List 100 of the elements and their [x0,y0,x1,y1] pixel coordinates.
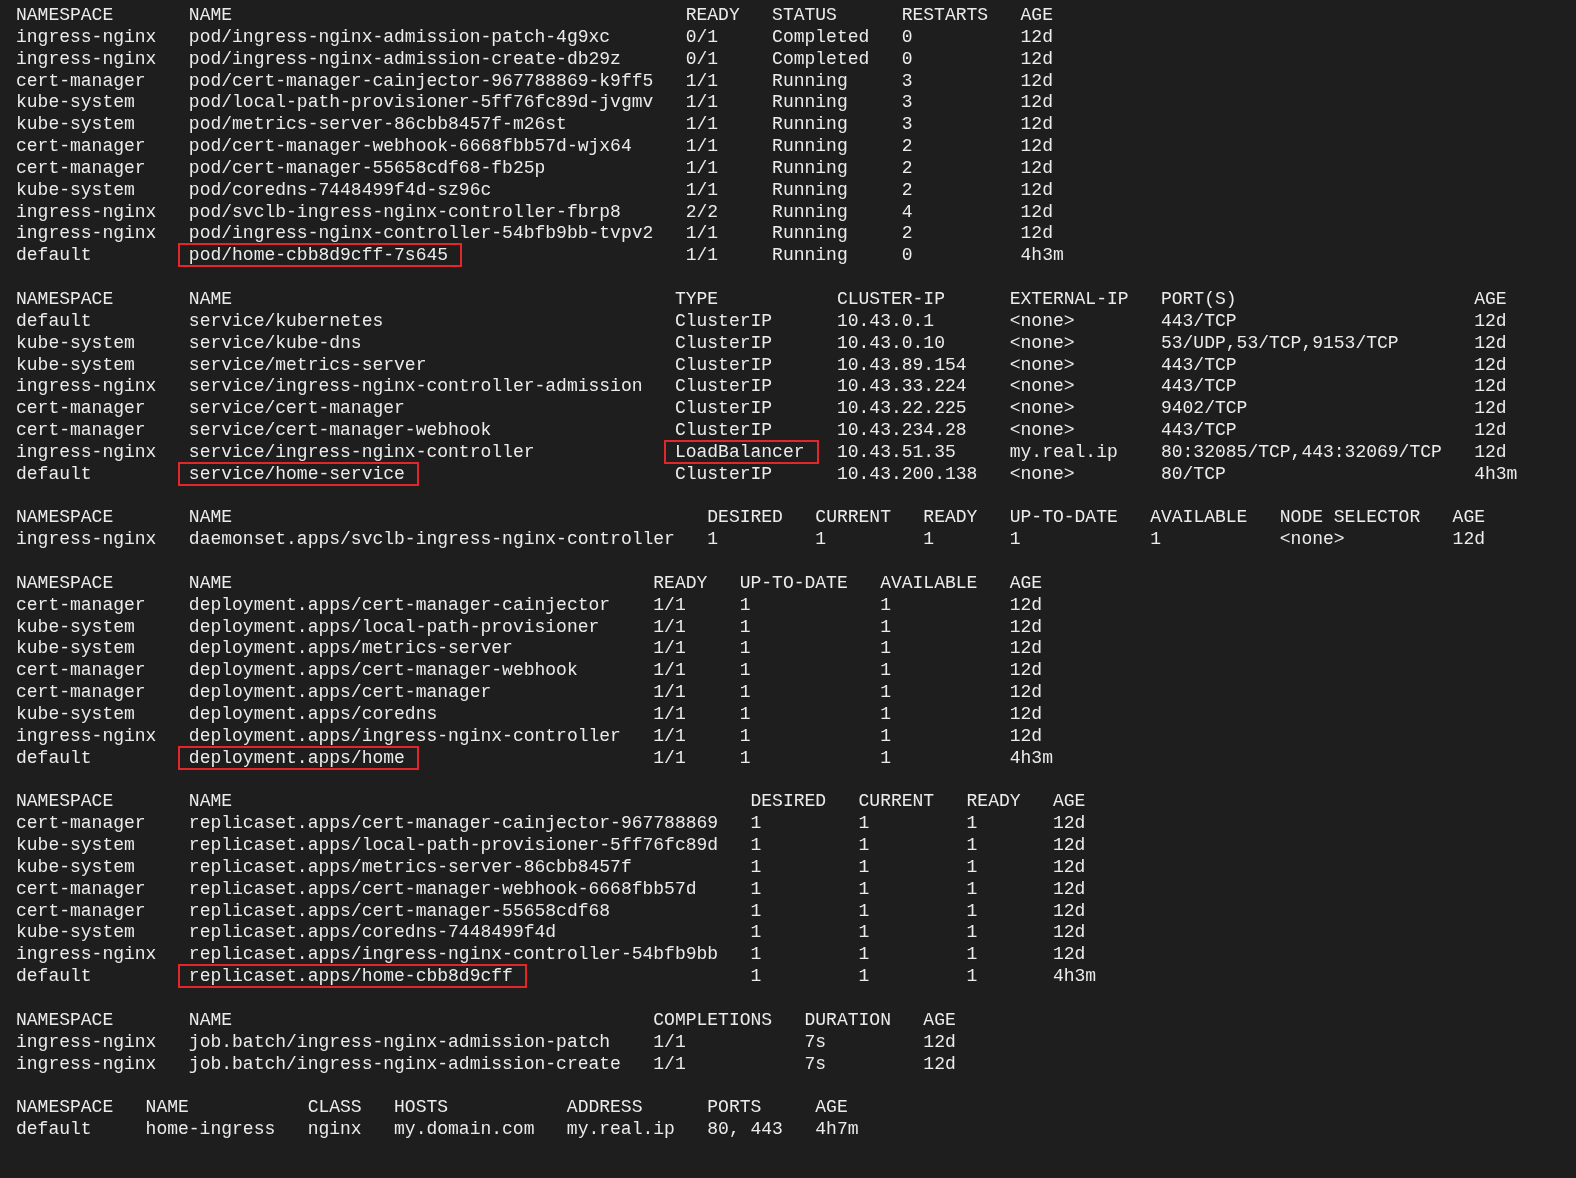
table-cell: 7s [804,1053,827,1074]
column-header: CLUSTER-IP [836,288,945,309]
column-header: READY [653,572,708,593]
table-cell: ingress-nginx [16,1031,157,1052]
table-cell: home-ingress [145,1119,276,1140]
table-cell: service/metrics-server [188,354,427,375]
table-cell: 12d [1009,616,1043,637]
table-cell: 12d [1052,856,1086,877]
table-cell: 1 [739,660,751,681]
table-cell: ClusterIP [674,420,773,441]
table-cell: 1/1 [685,136,719,157]
table-cell: 1 [739,747,751,768]
table-cell: 1 [1009,529,1021,550]
table-cell: 4h3m [1009,747,1053,768]
table-cell: 4h7m [815,1119,859,1140]
table-cell: Completed [772,48,870,69]
table-cell: 1/1 [653,747,686,768]
table-cell: deployment.apps/metrics-server [188,638,513,659]
table-cell: replicaset.apps/coredns-7448499f4d [188,922,557,943]
table-cell: my.real.ip [1009,441,1118,462]
table-cell: ingress-nginx [16,944,157,965]
table-cell: 1 [966,922,978,943]
table-cell: 1/1 [653,1053,686,1074]
column-header: NAMESPACE [16,791,114,812]
table-cell: 1/1 [685,223,719,244]
column-header: NAMESPACE [16,572,114,593]
table-cell: ClusterIP [674,398,773,419]
table-cell: 1 [880,704,891,724]
column-header: AGE [1020,5,1053,25]
table-cell: 4h3m [1020,245,1064,266]
column-header: DESIRED [750,791,827,812]
table-cell: my.real.ip [566,1119,675,1140]
column-header: TYPE [674,288,719,309]
table-cell: kube-system [16,856,135,877]
table-cell: 1 [858,856,870,877]
column-header: AVAILABLE [1150,507,1248,528]
column-header: AGE [1452,507,1485,528]
table-cell: kube-system [16,179,135,200]
table-cell: 443/TCP [1160,420,1237,441]
table-cell: pod/cert-manager-cainjector-967788869-k9ff5 [188,70,654,91]
table-cell: default [16,463,92,484]
column-header: AGE [1052,791,1086,812]
table-cell: pod/metrics-server-86cbb8457f-m26st [188,114,567,135]
column-header: NAME [145,1097,189,1118]
table-cell: 1/1 [653,616,686,637]
table-cell: cert-manager [16,136,146,157]
column-header: HOSTS [394,1097,449,1118]
table-cell: 12d [1474,376,1507,397]
column-header: CURRENT [858,791,935,812]
table-cell: replicaset.apps/cert-manager-webhook-6668fbb57d [188,878,697,899]
table-cell: deployment.apps/cert-manager [188,682,492,703]
table-cell: Completed [772,26,870,47]
table-cell: 80/TCP [1160,463,1226,484]
table-cell: cert-manager [16,900,146,921]
table-cell: 12d [1474,332,1507,353]
table-cell: 1 [880,660,891,681]
table-cell: Running [772,245,848,266]
table-cell: <none> [1009,463,1075,484]
table-cell: 1 [707,529,719,550]
table-cell: 1 [880,682,891,703]
table-cell: ingress-nginx [16,48,157,69]
table-cell: deployment.apps/local-path-provisioner [188,616,600,637]
table-cell: 2 [901,157,913,178]
highlighted-cell: service/home-service [177,461,419,486]
column-header: NAME [188,791,233,812]
table-cell: 12d [1452,529,1485,550]
column-header: AGE [923,1009,956,1030]
table-cell: 12d [1020,136,1053,157]
table-cell: 443/TCP [1160,310,1237,331]
table-cell: cert-manager [16,70,146,91]
table-cell: 1/1 [653,682,686,703]
column-header: NODE SELECTOR [1279,507,1421,528]
table-cell: deployment.apps/ingress-nginx-controller [188,725,621,746]
table-cell: 1 [858,813,870,834]
table-cell: ClusterIP [674,354,773,375]
table-cell: 12d [1474,441,1507,462]
highlighted-cell: replicaset.apps/home-cbb8d9cff [177,964,527,989]
table-cell: service/kubernetes [188,310,384,331]
table-cell: ingress-nginx [16,1053,157,1074]
column-header: NAMESPACE [16,507,114,528]
table-cell: ingress-nginx [16,201,157,222]
table-cell: <none> [1009,332,1075,353]
table-cell: 1 [966,966,978,987]
table-cell: 1 [880,638,891,659]
table-cell: 12d [1020,26,1053,47]
table-cell: 12d [1020,92,1053,113]
table-cell: pod/ingress-nginx-admission-create-db29z [188,48,621,69]
table-cell: 12d [1009,704,1043,724]
table-cell: 1/1 [653,638,686,659]
table-cell: 7s [804,1031,827,1052]
table-cell: 12d [1052,835,1086,856]
table-cell: 10.43.0.1 [836,310,935,331]
table-cell: <none> [1009,420,1075,441]
table-cell: deployment.apps/cert-manager-webhook [188,660,578,681]
table-cell: <none> [1009,354,1075,375]
table-cell: service/cert-manager [188,398,405,419]
table-cell: kube-system [16,332,135,353]
table-cell: ingress-nginx [16,223,157,244]
table-cell: 443/TCP [1160,354,1237,375]
table-cell: kube-system [16,835,135,856]
